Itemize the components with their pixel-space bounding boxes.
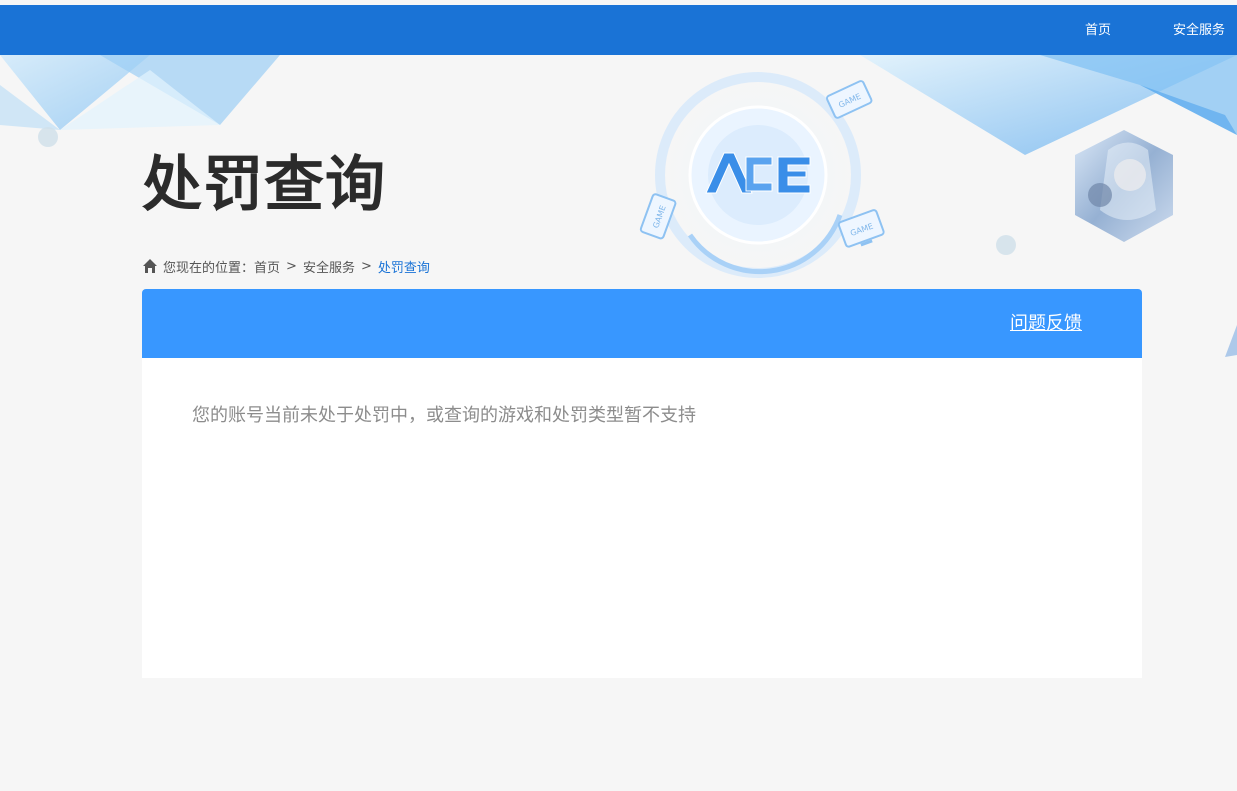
- top-nav-bar: 首页 安全服务: [0, 5, 1237, 55]
- feedback-link[interactable]: 问题反馈: [1010, 289, 1082, 358]
- card-header: 问题反馈: [142, 289, 1142, 358]
- breadcrumb-separator: >: [286, 258, 297, 274]
- breadcrumb-home-link[interactable]: 首页: [254, 257, 280, 276]
- breadcrumb-separator: >: [360, 258, 372, 274]
- page-title: 处罚查询: [142, 150, 386, 220]
- breadcrumb-prefix: 您现在的位置：: [163, 260, 255, 276]
- result-card: 问题反馈 您的账号当前未处于处罚中，或查询的游戏和处罚类型暂不支持: [142, 289, 1142, 678]
- home-icon: [143, 259, 157, 273]
- breadcrumb-current[interactable]: 处罚查询: [378, 257, 430, 276]
- breadcrumb-security-link[interactable]: 安全服务: [303, 257, 355, 276]
- page: GAME GAME GAME 首页 安全服务 处罚查询 您现在的位置： 首页 >…: [0, 0, 1237, 791]
- character-hexagon-image: [1075, 130, 1173, 242]
- breadcrumb: 您现在的位置： 首页 > 安全服务 > 处罚查询: [142, 256, 430, 276]
- nav-home-link[interactable]: 首页: [1085, 5, 1111, 55]
- nav-security-services-link[interactable]: 安全服务: [1173, 5, 1225, 55]
- game-device-icon: GAME: [825, 80, 873, 119]
- result-message: 您的账号当前未处于处罚中，或查询的游戏和处罚类型暂不支持: [192, 405, 696, 426]
